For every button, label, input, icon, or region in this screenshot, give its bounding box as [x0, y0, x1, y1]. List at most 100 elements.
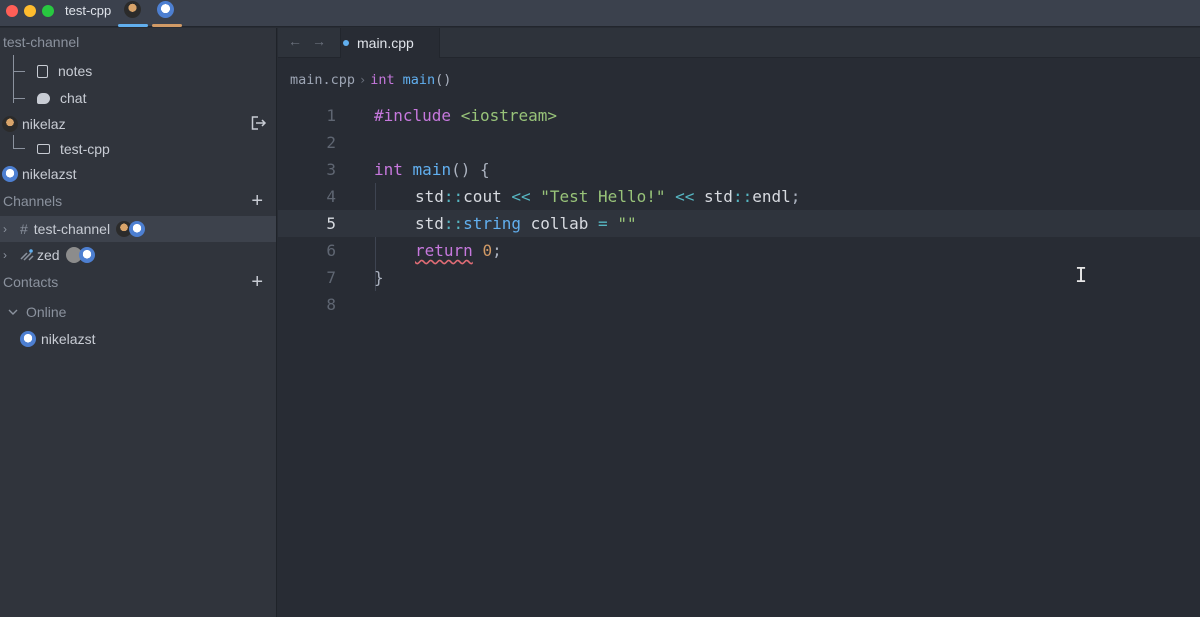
code-line[interactable]: 4 std::cout << "Test Hello!" << std::end… [278, 183, 1200, 210]
channels-section-header[interactable]: Channels + [0, 188, 276, 214]
avatar [20, 331, 36, 347]
collaborator-2-indicator [152, 24, 182, 27]
zed-channel-icon [20, 249, 34, 261]
punctuation-token: ; [492, 241, 502, 260]
channel-notes-item[interactable]: notes [0, 58, 276, 84]
channel-item-test-channel[interactable]: › # test-channel [0, 216, 276, 242]
include-path-token: <iostream> [460, 106, 558, 125]
line-number: 4 [326, 187, 336, 206]
operator-token: << [511, 187, 531, 206]
chevron-right-icon[interactable]: › [3, 222, 7, 236]
title-bar: test-cpp [0, 0, 1200, 27]
breadcrumb-file[interactable]: main.cpp [290, 72, 355, 88]
code-line-active[interactable]: 5 std::string collab = "" [278, 210, 1200, 237]
operator-token: = [598, 214, 608, 233]
function-token: main [412, 160, 452, 179]
shared-project-item[interactable]: test-cpp [0, 136, 276, 162]
participant-nikelaz[interactable]: nikelaz [0, 111, 276, 137]
type-token: string [463, 214, 521, 233]
minimize-window-button[interactable] [24, 5, 36, 17]
code-line[interactable]: 3 int main() { [278, 156, 1200, 183]
participant-nikelazst[interactable]: nikelazst [0, 161, 276, 187]
breadcrumb-symbol-name[interactable]: main [403, 72, 436, 88]
namespace-token: std [415, 187, 444, 206]
chevron-right-icon[interactable]: › [3, 248, 7, 262]
line-number: 1 [326, 106, 336, 125]
identifier-token: cout [463, 187, 502, 206]
breadcrumb-symbol-keyword[interactable]: int [370, 72, 394, 88]
namespace-token: std [704, 187, 733, 206]
namespace-token: std [415, 214, 444, 233]
channel-name: test-channel [33, 221, 111, 237]
scope-operator-token: :: [443, 214, 464, 233]
keyword-token-error: return [415, 241, 473, 260]
keyword-token: int [374, 160, 403, 179]
breadcrumb-separator: › [359, 73, 367, 87]
line-number: 7 [326, 268, 336, 287]
punctuation-token: ; [790, 187, 801, 206]
online-header-label: Online [26, 304, 67, 320]
scope-operator-token: :: [443, 187, 464, 206]
avatar [78, 247, 95, 263]
contact-name: nikelazst [41, 331, 96, 347]
code-line[interactable]: 2 [278, 129, 1200, 156]
add-channel-icon[interactable]: + [251, 191, 263, 211]
zoom-window-button[interactable] [42, 5, 54, 17]
channel-item-zed[interactable]: › zed [0, 242, 276, 268]
tab-bar: ← → main.cpp [278, 28, 1200, 58]
scope-operator-token: :: [732, 187, 753, 206]
collaborator-avatar-2[interactable] [157, 1, 174, 18]
code-line[interactable]: 1 #include <iostream> [278, 102, 1200, 129]
current-channel-name: test-channel [3, 34, 80, 50]
line-number: 5 [326, 214, 336, 233]
back-arrow-icon[interactable]: ← [288, 33, 302, 49]
avatar [129, 221, 146, 237]
forward-arrow-icon[interactable]: → [312, 33, 326, 49]
text-cursor-icon: I [1075, 263, 1088, 287]
string-token: "" [617, 214, 637, 233]
folder-icon [37, 144, 50, 154]
identifier-token: endl [752, 187, 791, 206]
line-number: 6 [326, 241, 336, 260]
code-editor[interactable]: 1 #include <iostream> 2 3 int main() { 4… [278, 102, 1200, 617]
hash-icon: # [20, 221, 28, 237]
current-channel-header[interactable]: test-channel [0, 29, 276, 55]
modified-dot-icon [343, 40, 349, 46]
code-line[interactable]: 7 } [278, 264, 1200, 291]
contacts-section-header[interactable]: Contacts + [0, 269, 276, 295]
collab-panel: test-channel notes chat nikelaz test-cpp… [0, 28, 277, 617]
number-token: 0 [482, 241, 493, 260]
leave-call-icon[interactable] [251, 116, 267, 130]
preprocessor-token: #include [374, 106, 452, 125]
tab-main-cpp[interactable]: main.cpp [340, 28, 440, 58]
brace-token: } [374, 268, 384, 287]
code-line[interactable]: 6 return 0; [278, 237, 1200, 264]
add-contact-icon[interactable]: + [251, 272, 263, 292]
contact-nikelazst[interactable]: nikelazst [0, 326, 276, 352]
avatar [2, 116, 18, 132]
identifier-token: collab [530, 214, 589, 233]
participant-name: nikelaz [22, 116, 66, 132]
online-section-header[interactable]: Online [0, 299, 276, 325]
collaborator-1-indicator [118, 24, 148, 27]
chevron-down-icon[interactable] [8, 308, 18, 316]
project-name[interactable]: test-cpp [65, 3, 111, 18]
line-number: 3 [326, 160, 336, 179]
contacts-header-label: Contacts [3, 274, 59, 290]
line-number: 8 [326, 295, 336, 314]
document-icon [37, 64, 48, 78]
channel-chat-item[interactable]: chat [0, 85, 276, 111]
breadcrumb[interactable]: main.cpp › int main () [278, 58, 1200, 102]
punctuation-token: () { [451, 160, 490, 179]
shared-project-label: test-cpp [60, 141, 110, 157]
close-window-button[interactable] [6, 5, 18, 17]
avatar [2, 166, 18, 182]
collaborator-avatar-1[interactable] [124, 1, 141, 18]
code-line[interactable]: 8 [278, 291, 1200, 318]
chat-icon [37, 92, 50, 104]
channel-chat-label: chat [60, 90, 87, 106]
channels-header-label: Channels [3, 193, 63, 209]
participant-name: nikelazst [22, 166, 77, 182]
line-number: 2 [326, 133, 336, 152]
string-token: "Test Hello!" [540, 187, 666, 206]
